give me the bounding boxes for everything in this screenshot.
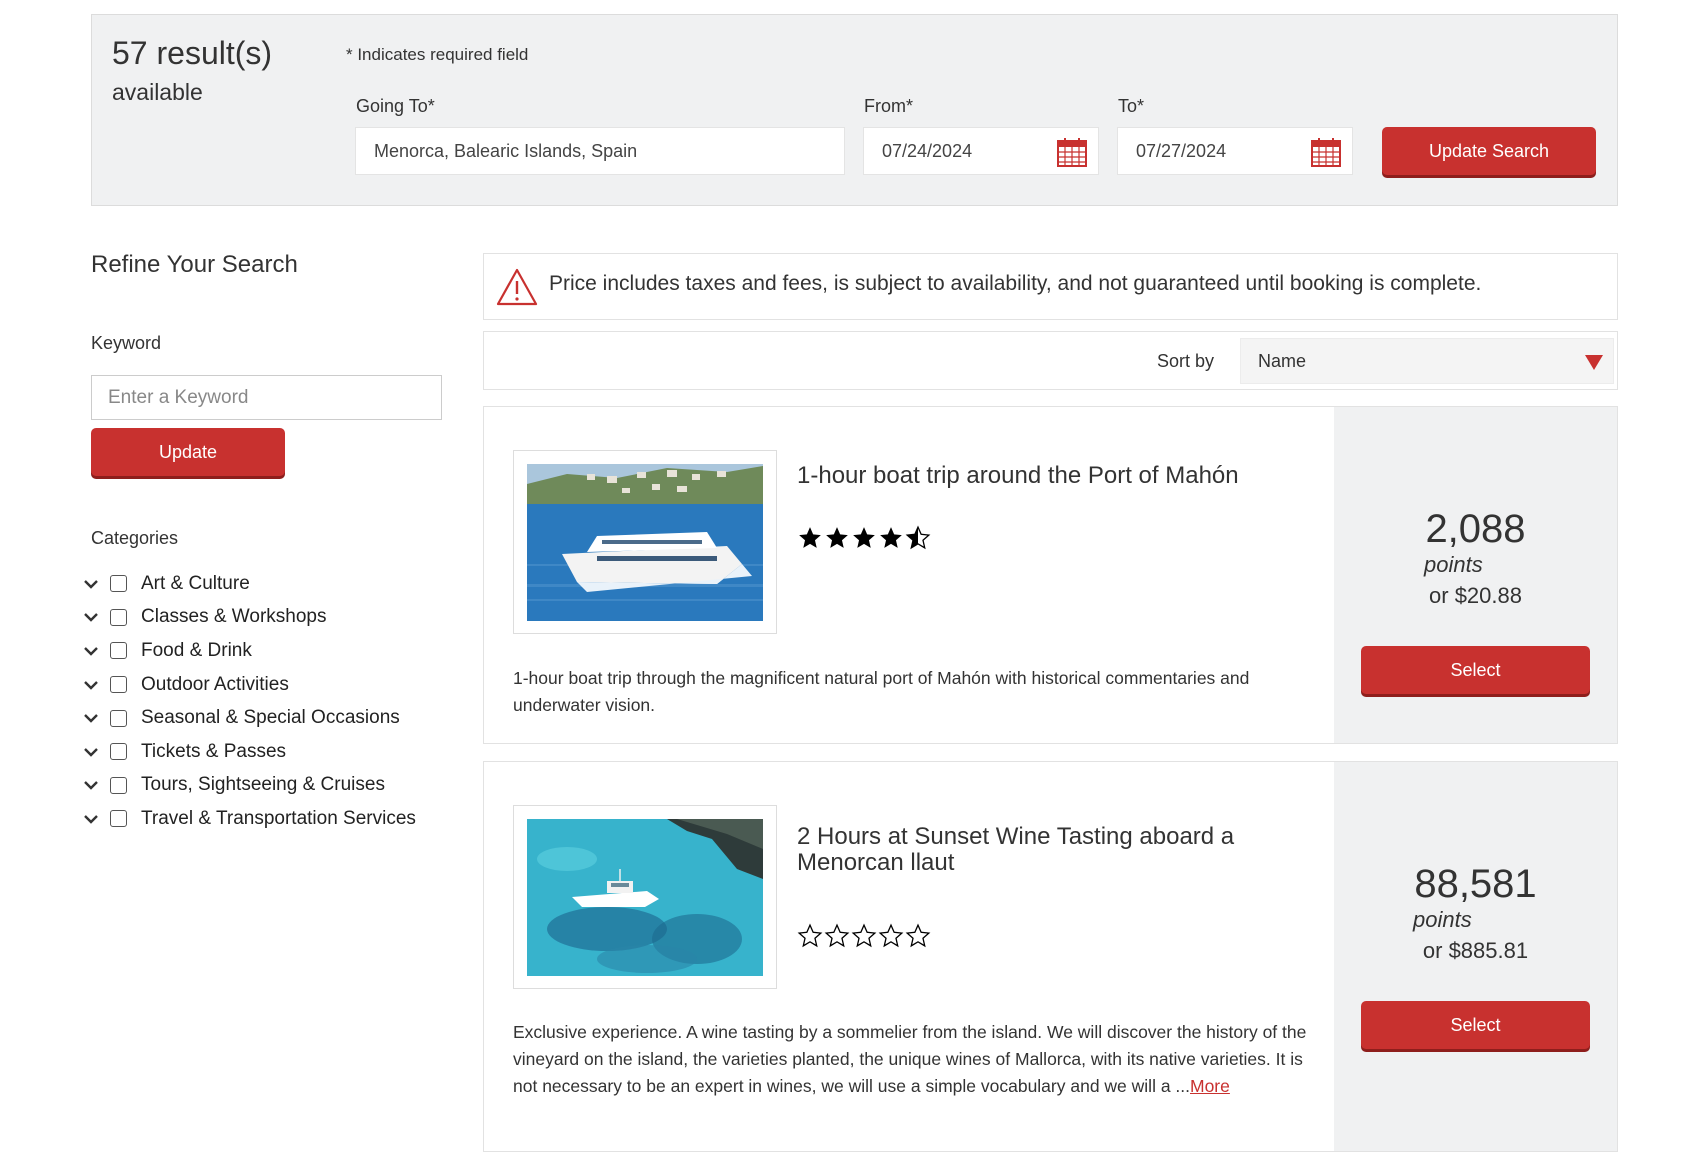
star-empty-icon (851, 923, 877, 948)
category-checkbox[interactable] (110, 608, 127, 626)
category-checkbox[interactable] (110, 743, 127, 761)
chevron-down-icon[interactable] (82, 709, 100, 727)
result-title[interactable]: 1-hour boat trip around the Port of Mahó… (797, 463, 1317, 489)
required-field-note: * Indicates required field (346, 45, 529, 64)
category-label: Seasonal & Special Occasions (141, 707, 400, 729)
chevron-down-icon[interactable] (82, 676, 100, 694)
star-empty-icon (824, 923, 850, 948)
category-item[interactable]: Seasonal & Special Occasions (82, 701, 442, 735)
chevron-down-icon[interactable] (82, 642, 100, 660)
keyword-input[interactable] (91, 375, 442, 420)
sort-selected-value: Name (1258, 351, 1307, 371)
category-label: Tours, Sightseeing & Cruises (141, 774, 385, 796)
price-notice-text: Price includes taxes and fees, is subjec… (549, 272, 1482, 295)
result-description: 1-hour boat trip through the magnificent… (513, 668, 1250, 715)
refine-search-title: Refine Your Search (91, 251, 298, 278)
going-to-value: Menorca, Balearic Islands, Spain (374, 141, 638, 161)
price-notice: Price includes taxes and fees, is subjec… (483, 253, 1618, 320)
chevron-down-icon[interactable] (82, 743, 100, 761)
from-label: From* (864, 96, 913, 116)
sort-bar: Sort by Name (483, 331, 1618, 390)
category-item[interactable]: Outdoor Activities (82, 668, 442, 702)
points-value: 88,581 (1414, 862, 1537, 906)
category-label: Art & Culture (141, 572, 250, 594)
from-date-input[interactable]: 07/24/2024 (863, 127, 1099, 175)
star-filled-icon (880, 527, 902, 548)
update-keyword-button[interactable]: Update (91, 428, 285, 476)
category-label: Travel & Transportation Services (141, 807, 416, 829)
select-button[interactable]: Select (1361, 646, 1590, 694)
star-empty-icon (797, 923, 823, 948)
category-label: Classes & Workshops (141, 606, 327, 628)
more-link[interactable]: More (1190, 1076, 1230, 1096)
category-item[interactable]: Tickets & Passes (82, 735, 442, 769)
category-item[interactable]: Tours, Sightseeing & Cruises (82, 769, 442, 803)
price-panel: 2,088 points or $20.88 Select (1334, 407, 1617, 743)
category-checkbox[interactable] (110, 709, 127, 727)
calendar-icon[interactable] (1310, 136, 1342, 168)
sort-by-label: Sort by (1157, 351, 1215, 371)
boat-photo-image[interactable] (527, 464, 763, 621)
sailboat-photo-image[interactable] (527, 819, 763, 976)
category-item[interactable]: Travel & Transportation Services (82, 802, 442, 836)
price-panel: 88,581 points or $885.81 Select (1334, 762, 1617, 1151)
to-date-input[interactable]: 07/27/2024 (1117, 127, 1353, 175)
chevron-down-icon[interactable] (82, 810, 100, 828)
results-available-label: available (112, 79, 203, 105)
cash-price: or $20.88 (1429, 583, 1522, 608)
going-to-input[interactable]: Menorca, Balearic Islands, Spain (355, 127, 845, 175)
going-to-label: Going To* (356, 96, 435, 116)
points-word: points (1424, 552, 1483, 577)
category-checkbox[interactable] (110, 575, 127, 593)
category-item[interactable]: Classes & Workshops (82, 601, 442, 635)
category-checkbox[interactable] (110, 776, 127, 794)
from-date-value: 07/24/2024 (882, 141, 973, 161)
chevron-down-icon[interactable] (82, 608, 100, 626)
price-block: 2,088 points or $20.88 (1334, 507, 1617, 613)
update-search-button[interactable]: Update Search (1382, 127, 1596, 175)
calendar-icon[interactable] (1056, 136, 1088, 168)
result-title[interactable]: 2 Hours at Sunset Wine Tasting aboard a … (797, 824, 1317, 876)
cash-price: or $885.81 (1422, 938, 1529, 963)
category-checkbox[interactable] (110, 810, 127, 828)
to-label: To* (1118, 96, 1145, 116)
to-date-value: 07/27/2024 (1136, 141, 1227, 161)
sort-select[interactable]: Name (1240, 338, 1614, 384)
star-empty-icon (905, 923, 931, 948)
search-panel: 57 result(s) available * Indicates requi… (91, 14, 1618, 206)
result-image-frame[interactable] (513, 450, 777, 634)
result-card: 1-hour boat trip around the Port of Mahó… (483, 406, 1618, 744)
result-description-text: Exclusive experience. A wine tasting by … (513, 1022, 1307, 1096)
select-button[interactable]: Select (1361, 1001, 1590, 1049)
category-label: Outdoor Activities (141, 673, 289, 695)
category-checkbox[interactable] (110, 642, 127, 660)
keyword-label: Keyword (91, 333, 162, 353)
points-word: points (1413, 907, 1472, 932)
chevron-down-icon[interactable] (82, 776, 100, 794)
rating-stars (797, 923, 931, 949)
results-count: 57 result(s) (112, 35, 273, 71)
category-label: Food & Drink (141, 639, 252, 661)
result-card: 2 Hours at Sunset Wine Tasting aboard a … (483, 761, 1618, 1152)
category-label: Tickets & Passes (141, 740, 287, 762)
categories-list: Art & Culture Classes & Workshops Food &… (82, 567, 442, 836)
points-value: 2,088 (1425, 507, 1526, 551)
chevron-down-icon[interactable] (82, 575, 100, 593)
star-half-icon (905, 525, 931, 550)
result-description: Exclusive experience. A wine tasting by … (513, 1019, 1313, 1100)
result-image-frame[interactable] (513, 805, 777, 989)
star-filled-icon (826, 527, 848, 548)
star-filled-icon (799, 527, 821, 548)
star-empty-icon (878, 923, 904, 948)
dropdown-arrow-icon[interactable] (1585, 355, 1603, 370)
price-block: 88,581 points or $885.81 (1334, 862, 1617, 968)
star-filled-icon (853, 527, 875, 548)
category-item[interactable]: Food & Drink (82, 634, 442, 668)
categories-label: Categories (91, 528, 179, 548)
warning-triangle-icon (496, 268, 538, 306)
category-item[interactable]: Art & Culture (82, 567, 442, 601)
rating-stars (797, 525, 931, 551)
category-checkbox[interactable] (110, 676, 127, 694)
